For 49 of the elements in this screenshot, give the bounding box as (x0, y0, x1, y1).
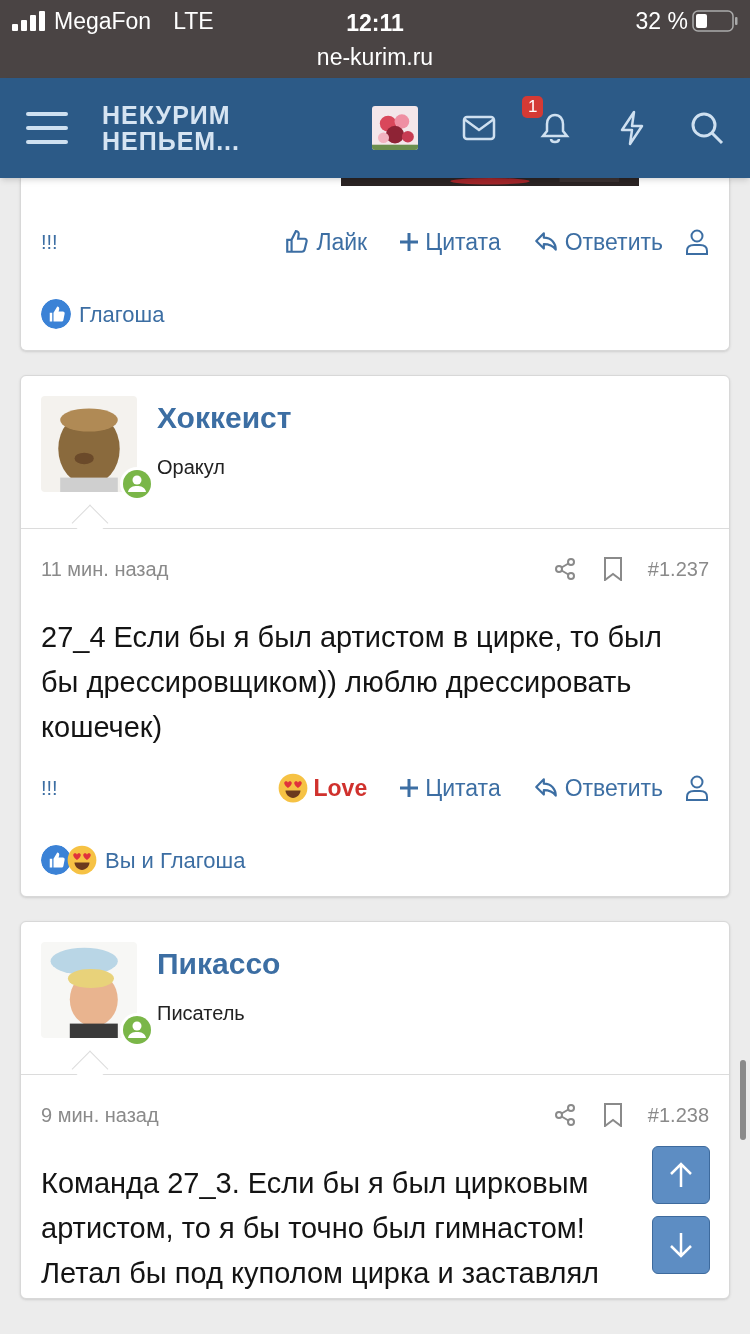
notification-badge: 1 (522, 96, 544, 118)
thumbs-up-icon (284, 229, 311, 255)
plus-icon (399, 232, 420, 252)
flag-text[interactable]: !!! (41, 773, 58, 803)
network-type: LTE (173, 6, 214, 36)
signal-icon (12, 11, 48, 31)
bookmark-icon[interactable] (601, 557, 624, 581)
reactions-link[interactable]: Вы и Глагоша (105, 843, 246, 877)
reaction-button[interactable]: Love (277, 770, 368, 806)
quote-button[interactable]: Цитата (399, 224, 501, 260)
reactions-link[interactable]: Глагоша (79, 297, 165, 331)
reply-button[interactable]: Ответить (532, 770, 663, 806)
mail-icon[interactable] (462, 115, 496, 141)
carrier-name: MegaFon (54, 6, 152, 36)
scroll-up-button[interactable] (652, 1146, 710, 1204)
quote-button[interactable]: Цитата (399, 770, 501, 806)
clock: 12:11 (346, 9, 404, 38)
user-icon[interactable] (685, 229, 709, 255)
arrow-up-icon (669, 1161, 693, 1189)
user-role: Писатель (157, 1001, 246, 1026)
plus-icon (399, 778, 420, 798)
site-logo[interactable]: НЕКУРИМ (102, 102, 240, 128)
post-text: Команда 27_3. Если бы я был цирковым артистом, то я бы точно был гимнастом! Летал бы под куполом цирка и заставлял (41, 1166, 601, 1291)
page-url[interactable]: ne-kurim.ru (316, 40, 434, 75)
heart-eyes-emoji-icon (277, 773, 308, 803)
search-icon[interactable] (690, 111, 724, 145)
post-time[interactable]: 9 мин. назад (41, 1100, 159, 1130)
battery-icon (692, 10, 738, 32)
scroll-down-button[interactable] (652, 1216, 710, 1274)
share-icon[interactable] (552, 557, 577, 581)
battery-percent: 32 % (635, 6, 688, 36)
author-name[interactable]: Хоккеист (157, 398, 292, 438)
post-text: 27_4 Если бы я был артистом в цирке, то был бы дрессировщиком)) люблю дрессировать кошечек) (41, 620, 663, 745)
flag-text[interactable]: !!! (41, 227, 58, 257)
site-logo[interactable]: НЕПЬЕМ... (102, 128, 240, 154)
arrow-down-icon (669, 1231, 693, 1259)
lightning-icon[interactable] (618, 110, 646, 146)
user-icon[interactable] (685, 775, 709, 801)
post-time[interactable]: 11 мин. назад (41, 554, 169, 584)
reaction-button[interactable]: Лайк (284, 224, 368, 260)
user-role: Оракул (157, 455, 226, 480)
post-number[interactable]: #1.238 (647, 1100, 709, 1130)
author-name[interactable]: Пикассо (157, 944, 281, 984)
post-number[interactable]: #1.237 (647, 554, 709, 584)
bookmark-icon[interactable] (601, 1103, 624, 1127)
share-icon[interactable] (552, 1103, 577, 1127)
reply-button[interactable]: Ответить (532, 224, 663, 260)
bell-icon[interactable] (540, 112, 570, 144)
menu-icon[interactable] (26, 110, 68, 146)
